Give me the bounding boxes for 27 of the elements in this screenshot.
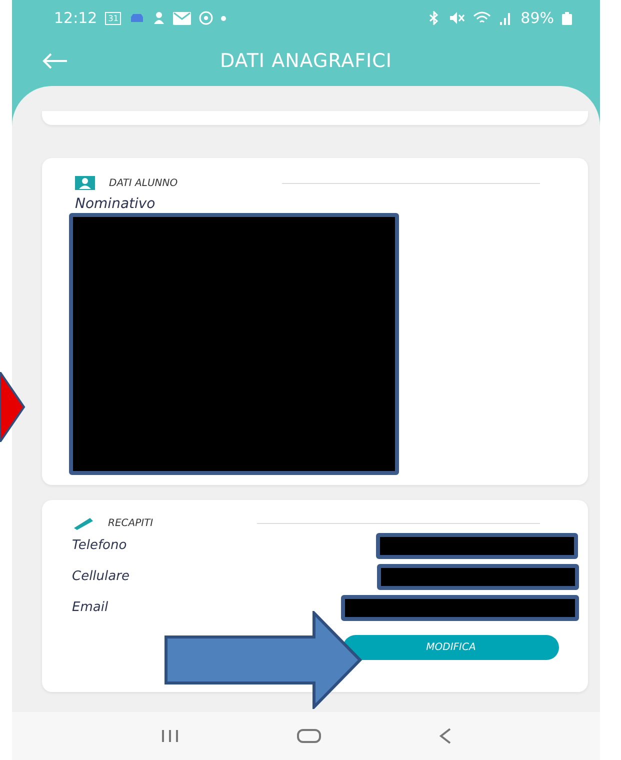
pencil-icon	[72, 516, 94, 530]
field-label: Telefono	[72, 538, 127, 553]
person-card-icon	[75, 176, 95, 190]
recents-icon[interactable]	[161, 730, 179, 742]
calendar-icon: 31	[105, 12, 122, 24]
battery-icon	[562, 12, 572, 24]
mail-icon	[173, 12, 192, 24]
dot-icon	[221, 16, 226, 20]
section-title: RECAPITI	[108, 518, 154, 528]
field-label: Cellulare	[72, 569, 130, 584]
mute-icon	[448, 11, 465, 25]
circle-icon	[199, 11, 214, 25]
field-label: Nominativo	[75, 196, 156, 212]
callout-arrow	[0, 372, 26, 442]
status-time: 12:12	[54, 9, 98, 27]
signal-icon	[498, 11, 513, 25]
back-icon[interactable]	[439, 728, 451, 744]
edit-button[interactable]: MODIFICA	[343, 635, 559, 660]
section-title: DATI ALUNNO	[109, 178, 178, 188]
wifi-icon	[472, 11, 491, 25]
page-title: DATI ANAGRAFICI	[220, 50, 392, 72]
field-label: Email	[72, 600, 108, 615]
battery-level: 89%	[520, 9, 554, 27]
person-icon	[153, 11, 166, 25]
bluetooth-icon	[426, 11, 441, 25]
car-icon	[129, 13, 146, 23]
home-icon[interactable]	[297, 729, 321, 743]
